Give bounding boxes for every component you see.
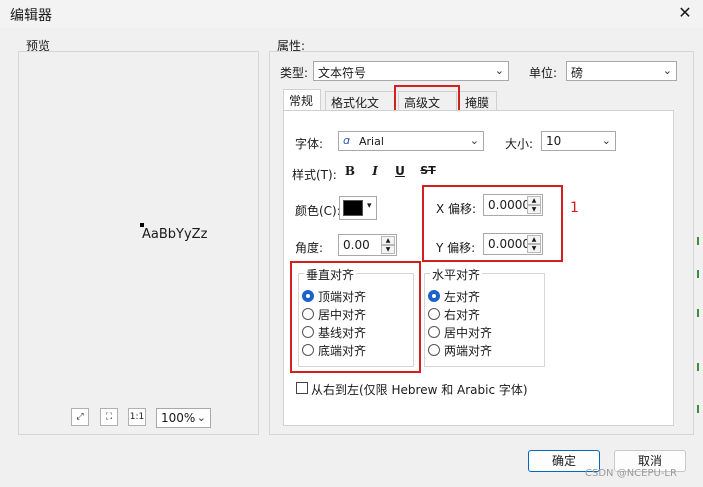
- spin-up-icon[interactable]: ▲: [527, 196, 541, 205]
- angle-value: 0.00: [343, 238, 370, 252]
- vertical-align-option-label: 基线对齐: [318, 326, 367, 340]
- spin-up-icon[interactable]: ▲: [527, 235, 541, 244]
- watermark: CSDN @NCEPU-LR: [585, 468, 677, 479]
- horizontal-align-option-label: 左对齐: [444, 290, 481, 304]
- color-swatch: [343, 200, 363, 216]
- vertical-align-option-label: 底端对齐: [318, 344, 367, 358]
- spin-down-icon[interactable]: ▼: [527, 205, 541, 214]
- angle-spinner[interactable]: 0.00 ▲ ▼: [338, 234, 397, 256]
- vertical-align-radio[interactable]: [302, 290, 314, 302]
- zoom-value: 100%: [161, 411, 196, 425]
- zoom-select[interactable]: 100% ⌄: [156, 408, 211, 428]
- chevron-down-icon: ⌄: [662, 64, 672, 77]
- close-icon[interactable]: ✕: [674, 2, 696, 24]
- spin-down-icon[interactable]: ▼: [381, 245, 395, 254]
- font-label: 字体:: [295, 137, 324, 151]
- actual-size-icon[interactable]: 1:1: [128, 408, 146, 426]
- type-select[interactable]: 文本符号 ⌄: [313, 61, 509, 81]
- chevron-down-icon: ⌄: [196, 411, 206, 424]
- title-bar: 编辑器 ✕: [0, 0, 703, 28]
- rtl-label: 从右到左(仅限 Hebrew 和 Arabic 字体): [311, 383, 528, 397]
- y-offset-value: 0.0000: [488, 237, 530, 251]
- vertical-align-radio[interactable]: [302, 344, 314, 356]
- chevron-down-icon: ⌄: [494, 64, 504, 77]
- x-offset-label: X 偏移:: [436, 202, 477, 216]
- vertical-align-radio[interactable]: [302, 326, 314, 338]
- size-label: 大小:: [505, 137, 534, 151]
- annotation-box-3: [394, 85, 460, 113]
- chevron-down-icon: ⌄: [469, 134, 479, 147]
- size-value: 10: [546, 134, 562, 148]
- horizontal-align-radio[interactable]: [428, 344, 440, 356]
- italic-button[interactable]: I: [366, 162, 384, 180]
- preview-sample-text: AaBbYyZz: [142, 227, 208, 242]
- x-offset-value: 0.0000: [488, 198, 530, 212]
- style-label: 样式(T):: [292, 168, 337, 182]
- horizontal-align-option-label: 两端对齐: [444, 344, 493, 358]
- color-picker[interactable]: ▾: [339, 196, 377, 220]
- horizontal-align-radio[interactable]: [428, 326, 440, 338]
- vertical-align-radio[interactable]: [302, 308, 314, 320]
- horizontal-align-option-label: 右对齐: [444, 308, 481, 322]
- vertical-align-label: 垂直对齐: [304, 266, 357, 283]
- tab-mask[interactable]: 掩膜: [459, 91, 497, 111]
- bold-button[interactable]: B: [341, 162, 359, 180]
- annotation-number-1: 1: [570, 200, 579, 216]
- type-label: 类型:: [280, 66, 309, 80]
- tab-formatted-text[interactable]: 格式化文本: [325, 91, 395, 127]
- window-title: 编辑器: [10, 8, 52, 24]
- rtl-checkbox[interactable]: [296, 382, 308, 394]
- x-offset-spinner[interactable]: 0.0000 ▲ ▼: [483, 194, 543, 216]
- vertical-align-option-label: 居中对齐: [318, 308, 367, 322]
- chevron-down-icon: ▾: [367, 201, 372, 211]
- fit-icon[interactable]: ⛶: [100, 408, 118, 426]
- horizontal-align-radio[interactable]: [428, 308, 440, 320]
- unit-select[interactable]: 磅 ⌄: [566, 61, 677, 81]
- horizontal-align-radio[interactable]: [428, 290, 440, 302]
- type-value: 文本符号: [318, 66, 367, 80]
- vertical-align-option-label: 顶端对齐: [318, 290, 367, 304]
- size-select[interactable]: 10 ⌄: [541, 131, 616, 151]
- unit-label: 单位:: [529, 66, 558, 80]
- tab-general[interactable]: 常规: [283, 89, 321, 111]
- preview-panel: AaBbYyZz ⤢ ⛶ 1:1 100% ⌄: [18, 51, 259, 435]
- y-offset-label: Y 偏移:: [436, 241, 476, 255]
- horizontal-align-option-label: 居中对齐: [444, 326, 493, 340]
- spin-up-icon[interactable]: ▲: [381, 236, 395, 245]
- strikethrough-button[interactable]: ST: [417, 162, 439, 180]
- zoom-in-icon[interactable]: ⤢: [71, 408, 89, 426]
- font-value: Arial: [359, 135, 384, 148]
- horizontal-align-label: 水平对齐: [430, 266, 483, 283]
- font-type-icon: ɑ: [343, 134, 350, 147]
- font-select[interactable]: ɑ Arial ⌄: [338, 131, 484, 151]
- color-label: 颜色(C):: [295, 204, 341, 218]
- spin-down-icon[interactable]: ▼: [527, 244, 541, 253]
- chevron-down-icon: ⌄: [601, 134, 611, 147]
- underline-button[interactable]: U: [391, 162, 409, 180]
- angle-label: 角度:: [295, 241, 324, 255]
- unit-value: 磅: [571, 66, 584, 80]
- y-offset-spinner[interactable]: 0.0000 ▲ ▼: [483, 233, 543, 255]
